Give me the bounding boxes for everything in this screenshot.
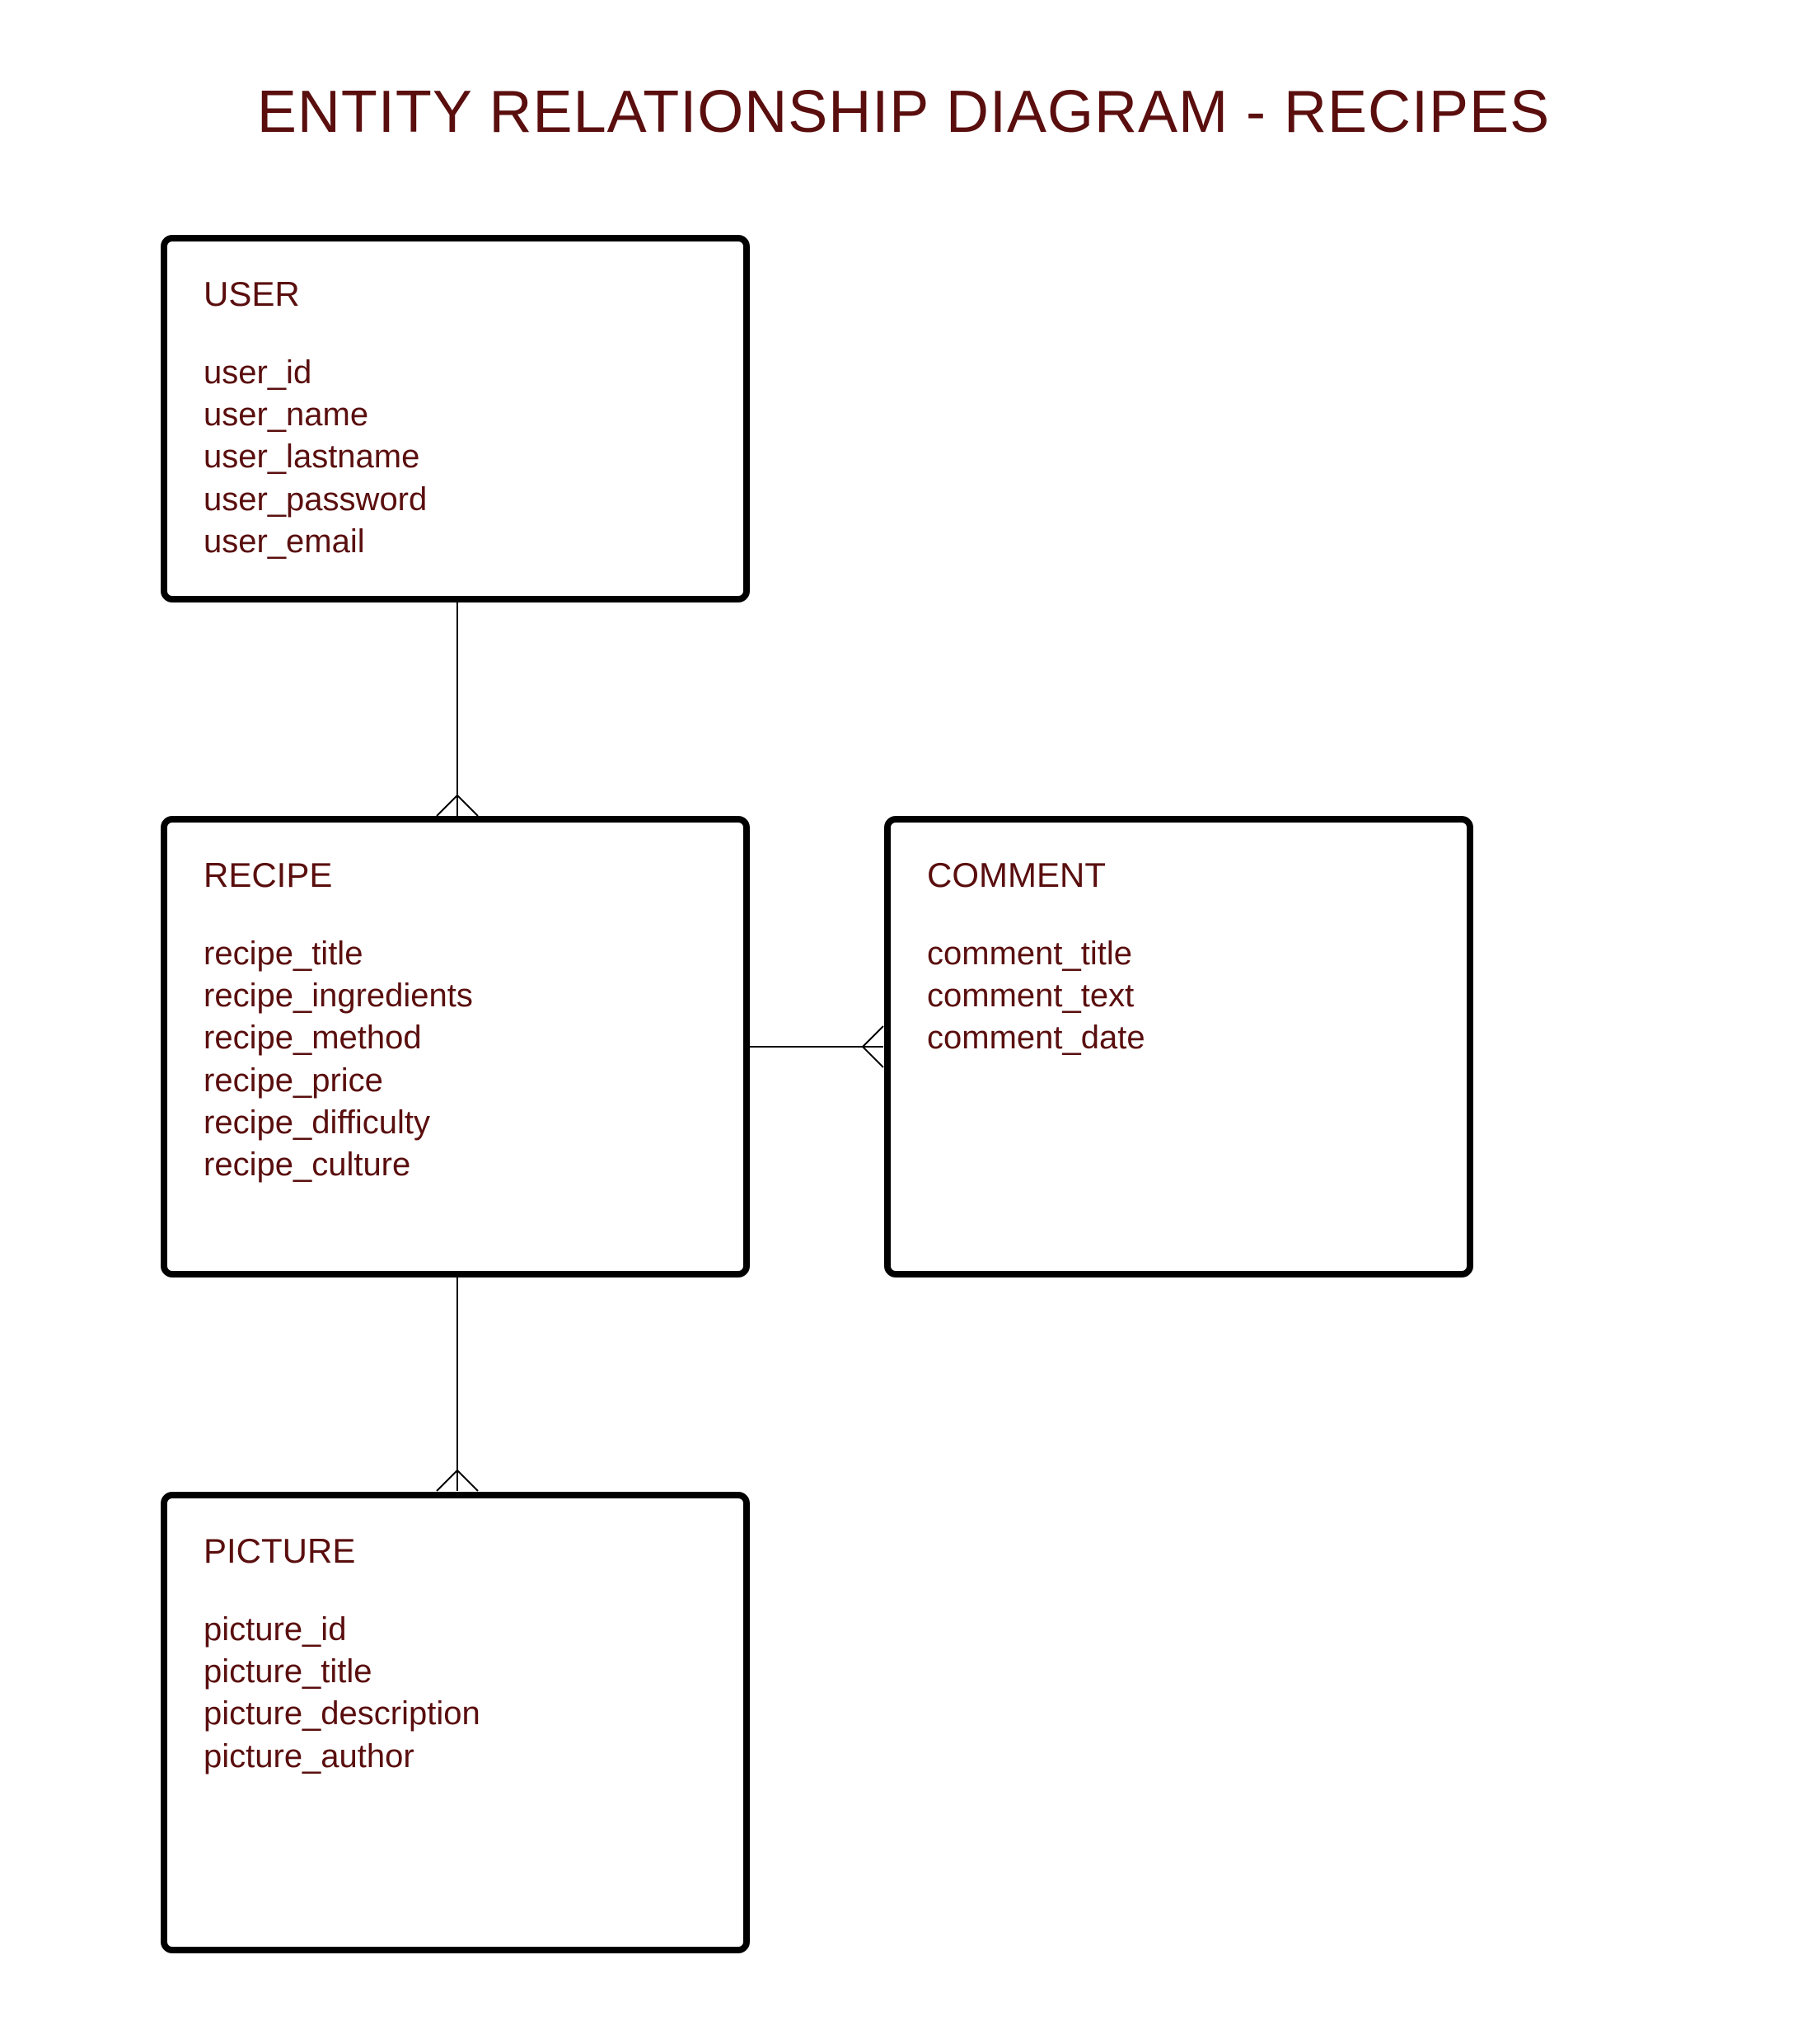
entity-comment-attr: comment_text	[927, 975, 1434, 1017]
entity-user-attr: user_id	[204, 352, 710, 394]
diagram-title: ENTITY RELATIONSHIP DIAGRAM - RECIPES	[0, 78, 1807, 146]
entity-picture-attr: picture_title	[204, 1651, 710, 1693]
entity-user-name: USER	[204, 274, 710, 314]
entity-recipe-attr: recipe_method	[204, 1017, 710, 1059]
entity-recipe-attr: recipe_title	[204, 933, 710, 975]
entity-recipe-attr: recipe_difficulty	[204, 1102, 710, 1144]
entity-recipe: RECIPE recipe_title recipe_ingredients r…	[161, 816, 750, 1278]
entity-user-attr: user_lastname	[204, 436, 710, 478]
entity-picture: PICTURE picture_id picture_title picture…	[161, 1492, 750, 1953]
entity-picture-attr: picture_author	[204, 1736, 710, 1778]
connector-recipe-picture	[412, 1278, 503, 1492]
entity-comment-attr: comment_title	[927, 933, 1434, 975]
connector-recipe-comment	[750, 1001, 884, 1092]
entity-picture-attr: picture_description	[204, 1693, 710, 1735]
entity-recipe-name: RECIPE	[204, 856, 710, 895]
entity-recipe-attr: recipe_ingredients	[204, 975, 710, 1017]
entity-user-attr: user_password	[204, 479, 710, 521]
entity-user-attr: user_email	[204, 521, 710, 563]
entity-picture-name: PICTURE	[204, 1531, 710, 1571]
entity-picture-attr: picture_id	[204, 1609, 710, 1651]
entity-user: USER user_id user_name user_lastname use…	[161, 235, 750, 602]
connector-user-recipe	[412, 602, 503, 817]
entity-user-attr: user_name	[204, 394, 710, 436]
entity-comment: COMMENT comment_title comment_text comme…	[884, 816, 1473, 1278]
entity-recipe-attr: recipe_culture	[204, 1144, 710, 1186]
entity-comment-attr: comment_date	[927, 1017, 1434, 1059]
entity-recipe-attr: recipe_price	[204, 1060, 710, 1102]
entity-comment-name: COMMENT	[927, 856, 1434, 895]
